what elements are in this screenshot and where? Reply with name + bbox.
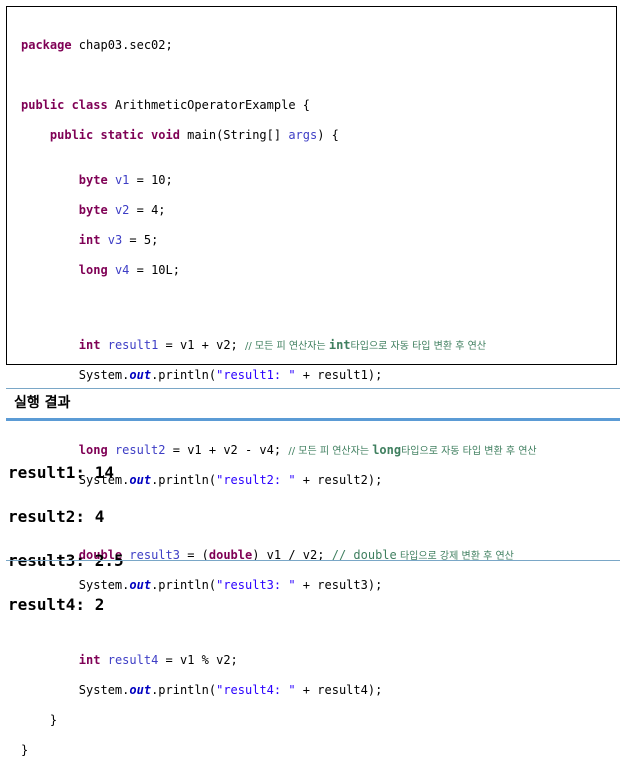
- variable-value: = 5;: [122, 233, 159, 247]
- class-declaration: ArithmeticOperatorExample {: [107, 98, 310, 112]
- type-keyword: byte: [78, 203, 108, 217]
- println-prefix: System.: [78, 368, 130, 382]
- variable-name: v4: [114, 263, 130, 277]
- variable-name: result1: [107, 338, 159, 352]
- println-call: .println(: [151, 683, 217, 697]
- section-divider-top: [6, 388, 620, 389]
- section-divider-bottom: [6, 560, 620, 561]
- variable-value: = 10L;: [129, 263, 180, 277]
- expression: = v1 + v2 - v4;: [165, 443, 289, 457]
- variable-value: = 4;: [129, 203, 166, 217]
- concat-operator: +: [295, 368, 318, 382]
- code-line-package: package chap03.sec02;: [21, 38, 537, 53]
- console-output: result1: 14 result2: 4 result3: 2.5 resu…: [8, 440, 124, 638]
- code-line-decl: long v4 = 10L;: [21, 263, 537, 278]
- comment-text: 타입으로 자동 타입 변환 후 연산: [350, 341, 487, 352]
- result-section-title: 실행 결과: [14, 395, 71, 411]
- code-panel: package chap03.sec02; public class Arith…: [6, 6, 617, 757]
- parameter-name: args: [288, 128, 318, 142]
- comment: // 모든 피 연산자는 int타입으로 자동 타입 변환 후 연산: [245, 338, 486, 352]
- type-keyword: int: [78, 233, 101, 247]
- code-line-close-class: }: [21, 743, 537, 758]
- concat-operator: +: [295, 578, 318, 592]
- output-line: result4: 2: [8, 595, 105, 614]
- code-line-op: int result1 = v1 + v2; // 모든 피 연산자는 int타…: [21, 338, 537, 353]
- variable-name: result4: [107, 653, 159, 667]
- output-line: result3: 2.5: [8, 551, 124, 570]
- method-signature: main(String[]: [179, 128, 289, 142]
- println-end: );: [367, 473, 383, 487]
- string-literal: "result3: ": [216, 578, 296, 592]
- closing-brace: }: [49, 713, 58, 727]
- code-line-decl: byte v1 = 10;: [21, 173, 537, 188]
- keyword: public class: [21, 98, 108, 112]
- variable-name: v3: [107, 233, 123, 247]
- print-variable: result2: [317, 473, 368, 487]
- code-line-println: System.out.println("result4: " + result4…: [21, 683, 537, 698]
- expression: = v1 % v2;: [158, 653, 238, 667]
- method-signature-end: ) {: [317, 128, 339, 142]
- closing-brace: }: [21, 743, 29, 757]
- keyword: package: [21, 38, 72, 52]
- package-name: chap03.sec02;: [71, 38, 173, 52]
- code-line-close-method: }: [21, 713, 537, 728]
- keyword: public static void: [49, 128, 180, 142]
- println-call: .println(: [151, 578, 217, 592]
- variable-name: v1: [114, 173, 130, 187]
- println-end: );: [367, 578, 383, 592]
- out-field: out: [129, 368, 152, 382]
- string-literal: "result2: ": [216, 473, 296, 487]
- out-field: out: [129, 683, 152, 697]
- variable-name: v2: [114, 203, 130, 217]
- code-line-decl: int v3 = 5;: [21, 233, 537, 248]
- code-line-decl: byte v2 = 4;: [21, 203, 537, 218]
- println-end: );: [367, 368, 383, 382]
- println-call: .println(: [151, 368, 217, 382]
- string-literal: "result1: ": [216, 368, 296, 382]
- variable-value: = 10;: [129, 173, 173, 187]
- println-call: .println(: [151, 473, 217, 487]
- out-field: out: [129, 473, 152, 487]
- code-line-println: System.out.println("result1: " + result1…: [21, 368, 537, 383]
- code-line-op: int result4 = v1 % v2;: [21, 653, 537, 668]
- comment: // 모든 피 연산자는 long타입으로 자동 타입 변환 후 연산: [288, 443, 536, 457]
- code-line-class: public class ArithmeticOperatorExample {: [21, 98, 537, 113]
- expression: = v1 + v2;: [158, 338, 245, 352]
- type-keyword: int: [78, 653, 101, 667]
- comment-text: // 모든 피 연산자는: [288, 446, 373, 457]
- concat-operator: +: [295, 683, 318, 697]
- print-variable: result3: [317, 578, 368, 592]
- string-literal: "result4: ": [216, 683, 296, 697]
- type-keyword: int: [78, 338, 101, 352]
- out-field: out: [129, 578, 152, 592]
- print-variable: result4: [317, 683, 368, 697]
- concat-operator: +: [295, 473, 318, 487]
- output-line: result2: 4: [8, 507, 105, 526]
- comment-keyword: int: [328, 338, 351, 352]
- comment-keyword: long: [372, 443, 402, 457]
- section-divider-thick: [6, 418, 620, 421]
- comment-text: // 모든 피 연산자는: [245, 341, 329, 352]
- comment-text: 타입으로 자동 타입 변환 후 연산: [401, 446, 537, 457]
- output-line: result1: 14: [8, 463, 114, 482]
- print-variable: result1: [317, 368, 368, 382]
- type-keyword: byte: [78, 173, 108, 187]
- type-keyword: long: [78, 263, 108, 277]
- println-prefix: System.: [78, 683, 130, 697]
- code-line-main: public static void main(String[] args) {: [21, 128, 537, 143]
- code-block: package chap03.sec02; public class Arith…: [21, 23, 537, 773]
- println-end: );: [367, 683, 383, 697]
